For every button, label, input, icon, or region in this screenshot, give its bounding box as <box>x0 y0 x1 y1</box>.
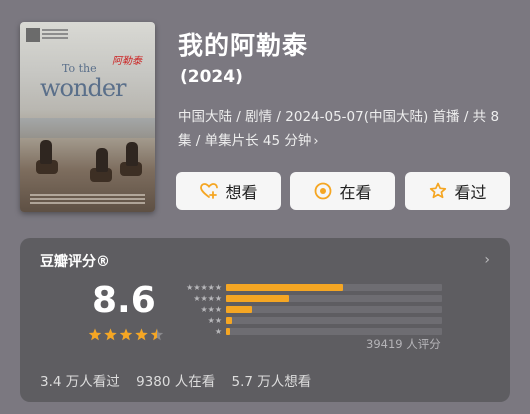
watch-stats: 3.4 万人看过 9380 人在看 5.7 万人想看 <box>40 370 323 390</box>
distribution-track <box>226 295 442 302</box>
distribution-track <box>226 328 442 335</box>
rating-star-filled <box>88 328 102 341</box>
poster-title-line2: wonder <box>40 74 126 102</box>
star-icon <box>428 181 448 201</box>
distribution-star-label: ★★ <box>207 316 222 325</box>
distribution-bar <box>226 328 231 335</box>
rating-count[interactable]: 39419 人评分 <box>366 336 441 352</box>
rating-card[interactable]: 豆瓣评分® › 8.6 ★★★★★ ★★★★ ★★★ ★★ ★ 39419 人评分 3.… <box>20 238 510 402</box>
poster-rider <box>126 142 138 166</box>
show-year: (2024) <box>180 67 243 87</box>
show-title: 我的阿勒泰 <box>178 31 309 60</box>
poster-mountains <box>20 118 155 138</box>
distribution-bar <box>226 317 233 324</box>
chevron-right-icon: › <box>484 252 490 268</box>
rating-score: 8.6 <box>92 280 156 321</box>
poster-rider <box>96 148 108 172</box>
want-button[interactable]: 想看 <box>176 172 281 210</box>
distribution-star-label: ★★★ <box>200 305 222 314</box>
heart-plus-icon <box>199 181 219 201</box>
distribution-bar <box>226 306 252 313</box>
distribution-bar <box>226 284 343 291</box>
rating-star-filled <box>104 328 117 341</box>
play-circle-icon <box>313 181 333 201</box>
rating-stars <box>88 328 168 346</box>
poster-rider <box>40 140 52 164</box>
distribution-star-label: ★ <box>214 327 222 336</box>
distribution-bar <box>226 295 289 302</box>
distribution-track <box>226 317 442 324</box>
stat-want[interactable]: 5.7 万人想看 <box>232 374 312 390</box>
rating-section-title: 豆瓣评分® <box>40 254 110 270</box>
want-label: 想看 <box>225 183 258 202</box>
rating-star-filled <box>135 328 148 341</box>
chevron-right-icon: › <box>313 134 319 149</box>
watching-button[interactable]: 在看 <box>290 172 395 210</box>
watched-button[interactable]: 看过 <box>405 172 510 210</box>
distribution-track <box>226 284 442 291</box>
distribution-star-label: ★★★★★ <box>186 283 222 292</box>
rating-star-filled <box>119 328 133 341</box>
show-meta-text: 中国大陆 / 剧情 / 2024-05-07(中国大陆) 首播 / 共 8 集 … <box>178 109 500 149</box>
poster-image[interactable]: To the wonder 阿勒泰 <box>20 22 155 212</box>
poster-scribble: 阿勒泰 <box>112 56 142 67</box>
poster-credits <box>30 194 145 196</box>
watched-label: 看过 <box>454 183 487 202</box>
watching-label: 在看 <box>339 183 372 202</box>
poster-logo <box>26 28 40 42</box>
distribution-star-label: ★★★★ <box>193 294 222 303</box>
show-meta[interactable]: 中国大陆 / 剧情 / 2024-05-07(中国大陆) 首播 / 共 8 集 … <box>178 105 513 154</box>
stat-watching[interactable]: 9380 人在看 <box>136 374 215 390</box>
distribution-track <box>226 306 442 313</box>
stat-watched[interactable]: 3.4 万人看过 <box>40 374 120 390</box>
poster-small-text <box>42 29 68 31</box>
